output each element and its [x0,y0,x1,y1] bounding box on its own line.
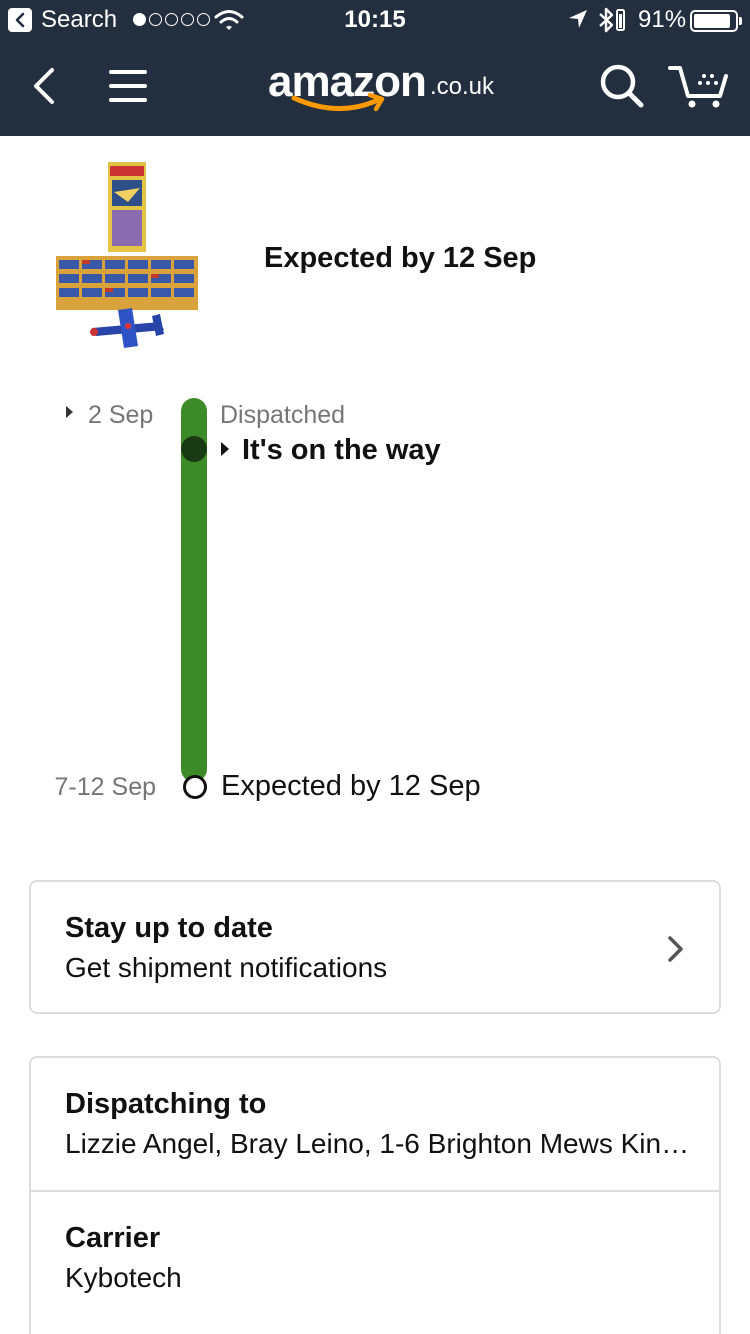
menu-button[interactable] [108,68,148,104]
battery-percent: 91% [638,6,687,33]
expected-delivery-heading: Expected by 12 Sep [264,242,537,274]
notifications-card-subtitle: Get shipment notifications [65,952,388,983]
battery-icon [690,10,742,32]
timeline-end-marker [183,775,207,799]
timeline-start-date[interactable]: 2 Sep [88,400,153,430]
status-bar: Search 10:15 91% [0,0,750,40]
section-divider [31,1190,719,1192]
carrier-name: Kybotech [65,1262,182,1293]
cart-button[interactable] [668,62,730,110]
logo-domain: .co.uk [430,73,495,100]
timeline-current-status[interactable]: It's on the way [242,432,441,468]
notifications-card-title: Stay up to date [65,912,273,944]
cart-icon [668,66,730,114]
location-arrow-icon [567,8,589,37]
dispatching-to-address: Lizzie Angel, Bray Leino, 1-6 Brighton M… [65,1128,695,1159]
nav-bar: amazon .co.uk [0,40,750,136]
timeline-current-marker [181,436,207,462]
carrier-title: Carrier [65,1222,161,1254]
bluetooth-icon [597,6,631,41]
logo-smile-icon [291,92,385,112]
nav-back-button[interactable] [28,64,64,108]
battery-level-fill [694,14,730,28]
shipment-details-card: Dispatching to Lizzie Angel, Bray Leino,… [29,1056,721,1334]
timeline-dispatched-label: Dispatched [220,401,346,429]
dispatching-to-title: Dispatching to [65,1088,267,1120]
shipment-timeline: 2 Sep Dispatched It's on the way 7-12 Se… [0,390,750,810]
search-button[interactable] [598,62,646,110]
shipment-notifications-card[interactable]: Stay up to date Get shipment notificatio… [29,880,721,1014]
amazon-logo[interactable]: amazon .co.uk [268,54,494,124]
caret-right-icon [66,406,73,418]
caret-right-icon [221,442,229,456]
chevron-left-icon [28,68,64,112]
timeline-end-label: Expected by 12 Sep [221,770,481,802]
timeline-end-date: 7-12 Sep [54,773,156,801]
hamburger-icon [108,70,148,108]
product-image[interactable] [52,158,202,358]
chevron-right-icon [665,934,687,964]
search-icon [598,64,646,114]
